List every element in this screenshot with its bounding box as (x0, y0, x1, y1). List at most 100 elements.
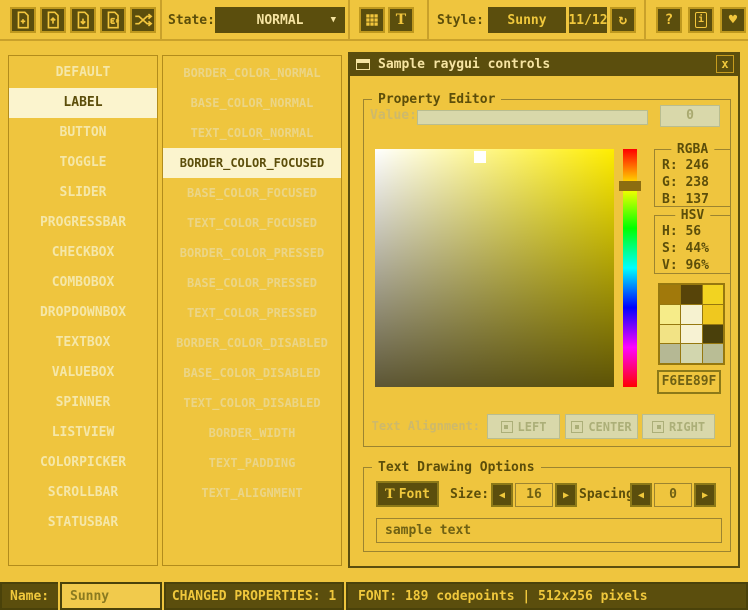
property-list-item[interactable]: BASE_COLOR_DISABLED (163, 358, 341, 388)
sponsor-button[interactable]: ♥ (720, 7, 746, 33)
property-editor-group-title: Property Editor (372, 92, 501, 107)
spacing-increase-button[interactable]: ▶ (694, 483, 716, 507)
control-list-item[interactable]: TOGGLE (9, 148, 157, 178)
control-list-item[interactable]: DEFAULT (9, 58, 157, 88)
rguistyler-app: State: NORMAL ▼ T Style: Sunny 11/12 ↻ (0, 0, 748, 610)
control-list-item-label: TEXTBOX (56, 335, 111, 350)
toolbar-separator (160, 0, 162, 39)
color-swatch[interactable] (660, 325, 680, 344)
hsv-value: S: 44% (662, 240, 730, 257)
value-box[interactable]: 0 (660, 105, 720, 127)
property-list-item[interactable]: BASE_COLOR_PRESSED (163, 268, 341, 298)
color-swatch[interactable] (681, 305, 701, 324)
color-swatch[interactable] (681, 325, 701, 344)
export-file-button[interactable] (100, 7, 126, 33)
color-cursor[interactable] (474, 151, 486, 163)
font-button-label: Font (399, 487, 430, 502)
property-list-item-label: BORDER_COLOR_DISABLED (176, 336, 328, 350)
font-button[interactable]: T Font (376, 481, 439, 507)
random-style-button[interactable] (130, 7, 156, 33)
control-list-item-label: SLIDER (60, 185, 107, 200)
color-swatch[interactable] (660, 344, 680, 363)
control-list-item[interactable]: LISTVIEW (9, 418, 157, 448)
hsv-group-title: HSV (675, 208, 710, 223)
property-list-item[interactable]: BORDER_COLOR_PRESSED (163, 238, 341, 268)
hsv-group: HSV H: 56S: 44%V: 96% (654, 215, 731, 274)
property-list-item[interactable]: TEXT_COLOR_PRESSED (163, 298, 341, 328)
state-dropdown[interactable]: NORMAL ▼ (215, 7, 345, 33)
export-file-icon (103, 10, 123, 30)
text-align-button[interactable]: LEFT (487, 414, 560, 439)
style-name-button[interactable]: Sunny (488, 7, 566, 33)
property-list-item[interactable]: BASE_COLOR_NORMAL (163, 88, 341, 118)
color-swatch[interactable] (703, 285, 723, 304)
property-list-item[interactable]: BASE_COLOR_FOCUSED (163, 178, 341, 208)
property-list-item[interactable]: TEXT_ALIGNMENT (163, 478, 341, 508)
control-list-item[interactable]: SLIDER (9, 178, 157, 208)
control-list-item-label: DROPDOWNBOX (40, 305, 126, 320)
load-file-button[interactable] (40, 7, 66, 33)
property-list-item[interactable]: BORDER_COLOR_NORMAL (163, 58, 341, 88)
size-decrease-button[interactable]: ◀ (491, 483, 513, 507)
style-name-input[interactable]: Sunny (60, 582, 162, 610)
control-list-item[interactable]: COMBOBOX (9, 268, 157, 298)
control-list-item-label: COLORPICKER (40, 455, 126, 470)
hex-color-input[interactable]: F6EE89F (657, 370, 721, 394)
property-list-item-label: TEXT_COLOR_FOCUSED (187, 216, 317, 230)
text-preview-button[interactable]: T (388, 7, 414, 33)
text-align-button[interactable]: CENTER (565, 414, 638, 439)
text-align-button[interactable]: RIGHT (642, 414, 715, 439)
control-list-item[interactable]: SCROLLBAR (9, 478, 157, 508)
control-list-item-label: LISTVIEW (52, 425, 115, 440)
reload-style-button[interactable]: ↻ (610, 7, 636, 33)
control-list-item[interactable]: LABEL (9, 88, 157, 118)
value-slider[interactable] (417, 110, 648, 125)
control-list-item[interactable]: BUTTON (9, 118, 157, 148)
hue-handle[interactable] (619, 181, 641, 191)
property-list-item[interactable]: TEXT_COLOR_NORMAL (163, 118, 341, 148)
heart-icon: ♥ (729, 13, 737, 27)
control-list-item[interactable]: DROPDOWNBOX (9, 298, 157, 328)
help-button[interactable]: ? (656, 7, 682, 33)
grid-view-button[interactable] (359, 7, 385, 33)
property-list-item[interactable]: BORDER_COLOR_FOCUSED (163, 148, 341, 178)
rgba-group-title: RGBA (671, 142, 714, 157)
spacing-value-box[interactable]: 0 (654, 483, 692, 507)
size-increase-button[interactable]: ▶ (555, 483, 577, 507)
spacing-decrease-button[interactable]: ◀ (630, 483, 652, 507)
property-list-item[interactable]: TEXT_PADDING (163, 448, 341, 478)
save-file-button[interactable] (70, 7, 96, 33)
sample-text-input[interactable]: sample text (376, 518, 722, 543)
chevron-down-icon: ▼ (331, 15, 336, 25)
control-list-item[interactable]: STATUSBAR (9, 508, 157, 538)
style-label: Style: (437, 13, 484, 28)
control-list-item[interactable]: VALUEBOX (9, 358, 157, 388)
color-saturation-value-panel[interactable] (375, 149, 614, 387)
size-label: Size: (450, 483, 489, 507)
control-list-item[interactable]: TEXTBOX (9, 328, 157, 358)
toolbar-separator (427, 0, 429, 39)
control-list-item[interactable]: PROGRESSBAR (9, 208, 157, 238)
color-swatch[interactable] (703, 344, 723, 363)
control-list-item[interactable]: SPINNER (9, 388, 157, 418)
color-swatch[interactable] (703, 305, 723, 324)
color-swatch[interactable] (660, 305, 680, 324)
about-button[interactable]: i (688, 7, 714, 33)
control-list-item[interactable]: CHECKBOX (9, 238, 157, 268)
property-list-item[interactable]: BORDER_COLOR_DISABLED (163, 328, 341, 358)
size-value-box[interactable]: 16 (515, 483, 553, 507)
color-swatch[interactable] (703, 325, 723, 344)
text-align-icon (652, 421, 664, 433)
grid-icon (363, 11, 381, 29)
new-file-button[interactable] (10, 7, 36, 33)
color-swatch[interactable] (660, 285, 680, 304)
control-list-item[interactable]: COLORPICKER (9, 448, 157, 478)
color-swatch[interactable] (681, 344, 701, 363)
color-swatch[interactable] (681, 285, 701, 304)
property-list-item[interactable]: TEXT_COLOR_DISABLED (163, 388, 341, 418)
property-list-item[interactable]: BORDER_WIDTH (163, 418, 341, 448)
style-counter: 11/12 (569, 7, 607, 33)
close-button[interactable]: x (716, 55, 734, 73)
window-titlebar[interactable]: Sample raygui controls x (348, 52, 740, 76)
property-list-item[interactable]: TEXT_COLOR_FOCUSED (163, 208, 341, 238)
